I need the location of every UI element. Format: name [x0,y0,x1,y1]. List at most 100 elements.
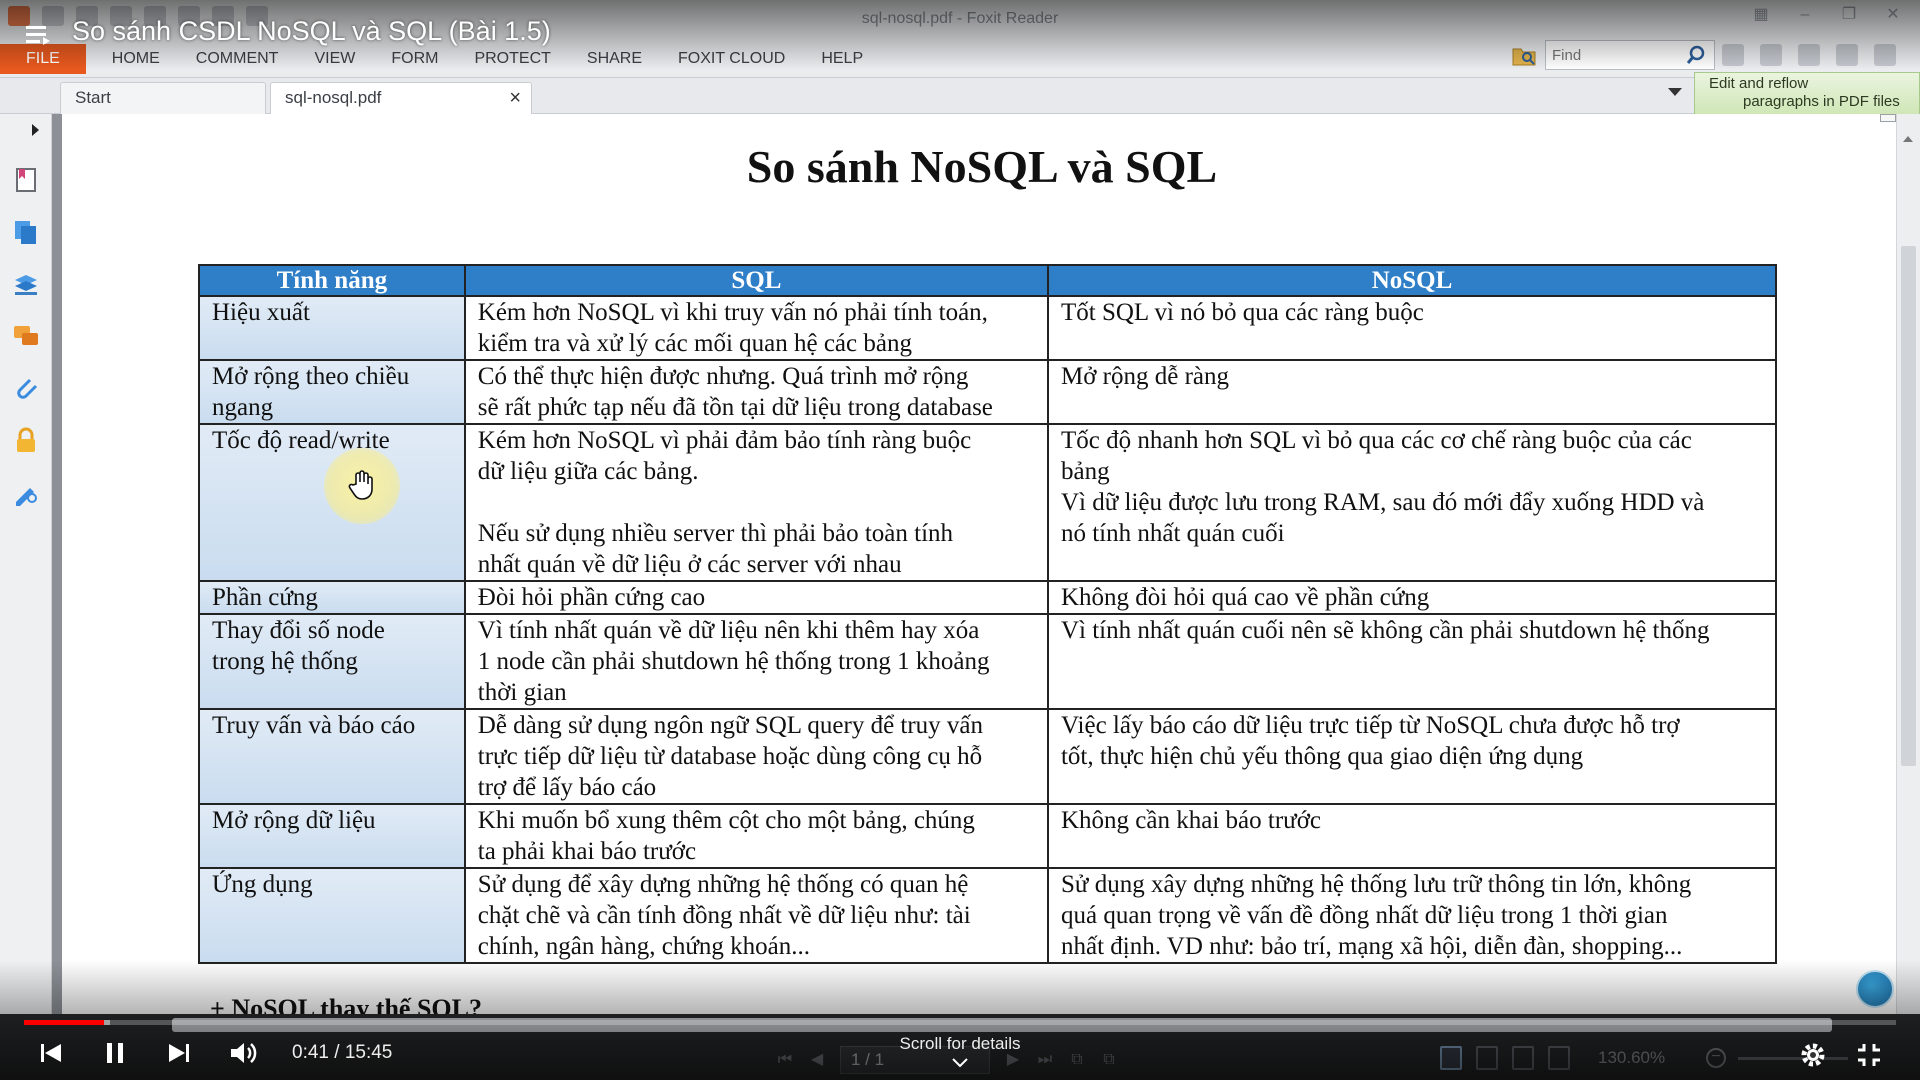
ribbon-right-icons [1722,44,1896,66]
document-title: So sánh NoSQL và SQL [746,141,1218,192]
cell-line: Không đòi hỏi quá cao về phần cứng [1060,584,1430,611]
header-feature: Tính năng [198,264,466,297]
header-sql: SQL [463,264,1049,297]
layout-icon[interactable]: ▦ [1750,6,1772,24]
zoom-slider[interactable] [1738,1057,1848,1060]
section-heading: + NoSQL thay thế SQL? [210,994,482,1014]
lock-icon[interactable] [12,426,40,454]
cell-line: Sử dụng để xây dựng những hệ thống có qu… [477,871,969,898]
find-input[interactable] [1546,42,1682,68]
bookmark-icon[interactable] [12,166,40,194]
ribbon-collapse-icon[interactable] [1874,44,1896,66]
attachment-icon[interactable] [12,374,40,402]
sql-cell: Đòi hỏi phần cứng cao [463,580,1049,615]
cell-line: tốt, thực hiện chủ yếu thông qua giao di… [1060,743,1584,770]
cell-line: chính, ngân hàng, chứng khoán... [477,933,810,960]
cell-line: Mở rộng dữ liệu [212,807,376,834]
cell-line: sẽ rất phức tạp nếu đã tồn tại dữ liệu t… [477,394,993,421]
settings-gear-icon[interactable] [1798,1040,1828,1070]
comments-icon[interactable] [12,322,40,350]
sql-cell: Kém hơn NoSQL vì khi truy vấn nó phải tí… [463,295,1049,361]
cell-line: Nếu sử dụng nhiều server thì phải bảo to… [477,520,954,547]
tab-document[interactable]: sql-nosql.pdf × [270,82,532,114]
menu-share[interactable]: SHARE [569,44,660,74]
find-folder-icon[interactable] [1512,44,1536,66]
vertical-scrollbar[interactable] [1896,114,1920,1034]
header-nosql: NoSQL [1046,264,1778,297]
table-row: Mở rộng theo chiều ngang Có thể thực hiện… [198,359,1778,425]
sql-cell: Vì tính nhất quán về dữ liệu nên khi thê… [463,613,1049,710]
tab-document-label: sql-nosql.pdf [285,88,382,107]
cell-line: Mở rộng dễ ràng [1060,363,1230,390]
table-row: Thay đổi số node trong hệ thống Vì tính n… [198,613,1778,710]
gear-icon[interactable] [1722,44,1744,66]
edit-reflow-promo[interactable]: Edit and reflow paragraphs in PDF files [1694,72,1920,116]
menu-form[interactable]: FORM [373,44,456,74]
layers-icon[interactable] [12,270,40,298]
scroll-up-arrow-icon[interactable] [1903,136,1913,142]
tab-list-dropdown-icon[interactable] [1668,88,1682,96]
exit-fullscreen-icon[interactable] [1854,1040,1884,1070]
cell-line: nhất định. VD như: bảo trí, mạng xã hội,… [1060,933,1683,960]
cell-line: Hiệu xuất [212,299,310,326]
feature-cell: Truy vấn và báo cáo [198,708,466,805]
feature-cell: Mở rộng dữ liệu [198,803,466,869]
cell-line: bảng [1060,458,1110,485]
cell-line: Vì tính nhất quán về dữ liệu nên khi thê… [477,617,980,644]
feature-cell: Mở rộng theo chiều ngang [198,359,466,425]
cell-line: ta phải khai báo trước [477,838,697,865]
table-row: Tốc độ read/write Kém hơn NoSQL vì phải … [198,423,1778,582]
table-row: Hiệu xuất Kém hơn NoSQL vì khi truy vấn … [198,295,1778,361]
cell-line: nhất quán về dữ liệu ở các server với nh… [477,551,902,578]
user-icon[interactable] [1836,44,1858,66]
cell-line: Khi muốn bổ xung thêm cột cho một bảng, … [477,807,975,834]
nosql-cell: Sử dụng xây dựng những hệ thống lưu trữ … [1046,867,1778,964]
minimize-button[interactable]: – [1794,6,1816,24]
tab-start[interactable]: Start [60,82,266,114]
restore-button[interactable]: ❐ [1838,6,1860,24]
next-view-icon[interactable] [1798,44,1820,66]
chevron-down-icon[interactable] [952,1058,968,1068]
nosql-cell: Tốc độ nhanh hơn SQL vì bỏ qua các cơ ch… [1046,423,1778,582]
split-view-handle[interactable] [1880,114,1896,122]
menu-comment[interactable]: COMMENT [178,44,297,74]
menu-view[interactable]: VIEW [296,44,373,74]
vertical-scroll-thumb[interactable] [1901,246,1916,766]
signature-icon[interactable] [12,478,40,506]
pdf-page-view[interactable]: So sánh NoSQL và SQL Tính năng SQL NoSQL… [62,114,1896,1014]
sql-cell: Có thể thực hiện được nhưng. Quá trình m… [463,359,1049,425]
sidebar-splitter[interactable] [52,114,62,1014]
comparison-table: Tính năng SQL NoSQL Hiệu xuất Kém hơn No… [198,264,1778,964]
previous-view-icon[interactable] [1760,44,1782,66]
playlist-menu-icon[interactable] [26,24,52,46]
video-played-bar [24,1020,105,1025]
cell-line: trực tiếp dữ liệu từ database hoặc dùng … [477,743,983,770]
menu-bar: FILE HOME COMMENT VIEW FORM PROTECT SHAR… [0,44,881,74]
cell-line: 1 node cần phải shutdown hệ thống trong … [477,648,990,675]
pages-icon[interactable] [12,218,40,246]
video-progress-bar[interactable] [24,1020,1896,1025]
close-tab-icon[interactable]: × [509,83,521,113]
menu-foxit-cloud[interactable]: FOXIT CLOUD [660,44,803,74]
floating-assistant-icon[interactable] [1856,970,1894,1008]
menu-help[interactable]: HELP [803,44,881,74]
feature-cell: Hiệu xuất [198,295,466,361]
promo-line-1: Edit and reflow [1709,75,1809,92]
menu-home[interactable]: HOME [94,44,178,74]
cell-line: Truy vấn và báo cáo [212,712,416,739]
expand-sidebar-icon[interactable] [32,124,39,136]
video-title[interactable]: So sánh CSDL NoSQL và SQL (Bài 1.5) [72,16,551,47]
cell-line: thời gian [477,679,567,706]
table-row: Phần cứng Đòi hỏi phần cứng cao Không đò… [198,580,1778,615]
cell-line: kiểm tra và xử lý các mối quan hệ các bả… [477,330,912,357]
close-window-button[interactable]: ✕ [1882,6,1904,24]
cell-line: chặt chẽ và cần tính đồng nhất về dữ liệ… [477,902,971,929]
table-row: Mở rộng dữ liệu Khi muốn bổ xung thêm cộ… [198,803,1778,869]
scroll-for-details-hint[interactable]: Scroll for details [0,1034,1920,1054]
table-row: Ứng dụng Sử dụng để xây dựng những hệ th… [198,867,1778,964]
menu-file[interactable]: FILE [0,44,86,74]
cell-line: Phần cứng [212,584,318,611]
menu-protect[interactable]: PROTECT [456,44,568,74]
window-controls: ▦ – ❐ ✕ [1750,6,1904,24]
search-icon[interactable] [1682,41,1710,69]
